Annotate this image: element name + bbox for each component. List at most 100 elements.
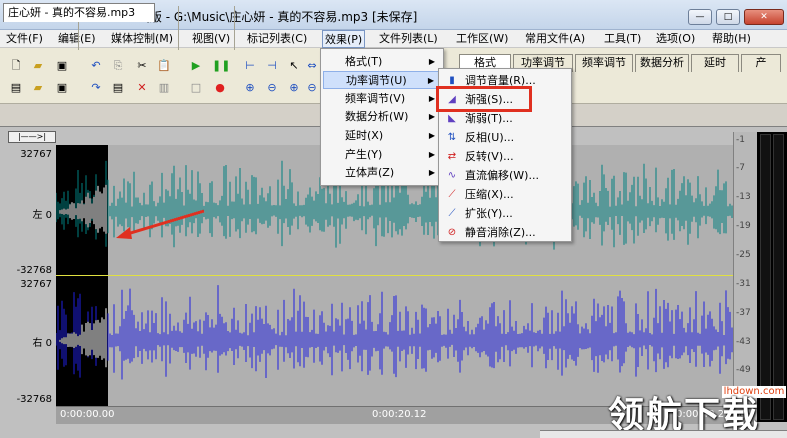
- left-channel-max: 32767: [20, 149, 52, 160]
- db-tick: -13: [736, 192, 751, 202]
- menu-item-label: 延时(X): [345, 129, 384, 142]
- minimize-button[interactable]: —: [688, 9, 712, 25]
- submenu-item-label: 压缩(X)...: [465, 188, 514, 201]
- undo-icon[interactable]: ↶: [88, 58, 104, 74]
- menu-item-label: 频率调节(V): [345, 92, 406, 105]
- navigation-ruler[interactable]: |——>|: [8, 131, 56, 143]
- menu-workspace[interactable]: 工作区(W): [454, 30, 510, 48]
- db-tick: -49: [736, 365, 751, 375]
- menu-item-label: 格式(T): [345, 55, 383, 68]
- submenu-item-label: 反相(U)...: [465, 131, 515, 144]
- left-channel-min: -32768: [16, 265, 52, 276]
- pause-icon[interactable]: ❚❚: [212, 58, 230, 74]
- document-tab[interactable]: 庄心妍 - 真的不容易.mp3: [3, 3, 155, 22]
- menu-media-control[interactable]: 媒体控制(M): [109, 30, 175, 48]
- tab-generate[interactable]: 产: [741, 54, 781, 72]
- zoom-out-icon[interactable]: ⊖: [304, 80, 320, 96]
- tab-delay[interactable]: 延时: [691, 54, 739, 72]
- menu-item-power[interactable]: 功率调节(U) ▶: [323, 71, 441, 89]
- submenu-item-dc-offset[interactable]: ∿ 直流偏移(W)...: [441, 166, 569, 185]
- menu-effects[interactable]: 效果(P): [322, 30, 366, 48]
- db-scale: [733, 132, 757, 422]
- menu-help[interactable]: 帮助(H): [710, 30, 753, 48]
- menu-item-delay[interactable]: 延时(X) ▶: [323, 127, 441, 145]
- menu-file-list[interactable]: 文件列表(L): [377, 30, 440, 48]
- submenu-item-reverse[interactable]: ⇄ 反转(V)...: [441, 147, 569, 166]
- menu-common-files[interactable]: 常用文件(A): [523, 30, 587, 48]
- right-channel-min: -32768: [16, 394, 52, 405]
- menu-item-label: 功率调节(U): [346, 74, 407, 87]
- db-tick: -7: [736, 163, 745, 173]
- maximize-button[interactable]: □: [716, 9, 740, 25]
- menu-item-stereo[interactable]: 立体声(Z) ▶: [323, 164, 441, 182]
- save-icon[interactable]: ▣: [54, 58, 70, 74]
- submenu-item-invert[interactable]: ⇅ 反相(U)...: [441, 128, 569, 147]
- paste-new-icon[interactable]: ▤: [110, 80, 126, 96]
- effects-dropdown-menu: 格式(T) ▶ 功率调节(U) ▶ 频率调节(V) ▶ 数据分析(W) ▶ 延时(X) ▶…: [320, 48, 444, 186]
- new-file-icon[interactable]: 🗋: [8, 58, 24, 74]
- open-folder-icon[interactable]: ▰: [30, 58, 46, 74]
- menu-edit[interactable]: 编辑(E): [56, 30, 98, 48]
- stop-icon[interactable]: □: [188, 80, 204, 96]
- submenu-arrow-icon: ▶: [427, 76, 434, 85]
- submenu-arrow-icon: ▶: [428, 168, 435, 177]
- paste-icon[interactable]: 📋: [156, 58, 172, 74]
- right-channel-max: 32767: [20, 279, 52, 290]
- waveform-trace: [56, 285, 733, 380]
- submenu-item-compress[interactable]: ⟋ 压缩(X)...: [441, 185, 569, 204]
- expand-icon: ⟋: [448, 208, 456, 219]
- play-icon[interactable]: ▶: [188, 58, 204, 74]
- menu-item-frequency[interactable]: 频率调节(V) ▶: [323, 90, 441, 108]
- close-button[interactable]: ✕: [744, 9, 784, 25]
- tab-frequency[interactable]: 频率调节: [575, 54, 633, 72]
- submenu-item-label: 直流偏移(W)...: [465, 169, 539, 182]
- menu-item-label: 产生(Y): [345, 148, 383, 161]
- time-label-start: 0:00:00.00: [60, 409, 115, 420]
- menu-item-generate[interactable]: 产生(Y) ▶: [323, 146, 441, 164]
- db-tick: -37: [736, 308, 751, 318]
- status-strip: [540, 430, 787, 438]
- toolbar-separator: [234, 6, 235, 50]
- select-end-icon[interactable]: ⊣: [264, 58, 280, 74]
- dc-offset-icon: ∿: [447, 170, 457, 181]
- menu-item-analysis[interactable]: 数据分析(W) ▶: [323, 108, 441, 126]
- menu-file[interactable]: 文件(F): [4, 30, 45, 48]
- right-channel-label: 右 0: [32, 338, 52, 349]
- tab-analysis[interactable]: 数据分析: [635, 54, 689, 72]
- submenu-item-expand[interactable]: ⟋ 扩张(Y)...: [441, 204, 569, 223]
- select-all-icon[interactable]: ⇔: [304, 58, 320, 74]
- menu-marker-list[interactable]: 标记列表(C): [245, 30, 309, 48]
- invert-icon: ⇅: [447, 132, 457, 143]
- save-all-icon[interactable]: ▣: [54, 80, 70, 96]
- trim-icon[interactable]: ▥: [156, 80, 172, 96]
- menu-view[interactable]: 视图(V): [190, 30, 232, 48]
- menu-tools[interactable]: 工具(T): [602, 30, 643, 48]
- db-tick: -19: [736, 221, 751, 231]
- zoom-out-horizontal-icon[interactable]: ⊖: [264, 80, 280, 96]
- submenu-arrow-icon: ▶: [428, 131, 435, 140]
- zoom-in-horizontal-icon[interactable]: ⊕: [242, 80, 258, 96]
- silence-removal-icon: ⊘: [447, 227, 457, 238]
- reverse-icon: ⇄: [447, 151, 457, 162]
- db-tick: -1: [736, 135, 745, 145]
- cut-icon[interactable]: ✂: [134, 58, 150, 74]
- folder-icon[interactable]: ▰: [30, 80, 46, 96]
- submenu-arrow-icon: ▶: [428, 112, 435, 121]
- submenu-item-silence-removal[interactable]: ⊘ 静音消除(Z)...: [441, 223, 569, 242]
- annotation-arrow: [116, 209, 205, 239]
- submenu-item-label: 静音消除(Z)...: [465, 226, 536, 239]
- left-channel-label: 左 0: [32, 210, 52, 221]
- pointer-icon[interactable]: ↖: [286, 58, 302, 74]
- menu-options[interactable]: 选项(O): [654, 30, 697, 48]
- save-as-icon[interactable]: ▤: [8, 80, 24, 96]
- record-icon[interactable]: ●: [212, 80, 228, 96]
- submenu-item-label: 反转(V)...: [465, 150, 514, 163]
- copy-icon[interactable]: ⎘: [110, 58, 126, 74]
- compress-icon: ⟋: [448, 189, 456, 200]
- select-start-icon[interactable]: ⊢: [242, 58, 258, 74]
- submenu-item-label: 扩张(Y)...: [465, 207, 513, 220]
- redo-icon[interactable]: ↷: [88, 80, 104, 96]
- menu-item-format[interactable]: 格式(T) ▶: [323, 53, 441, 71]
- delete-icon[interactable]: ✕: [134, 80, 150, 96]
- zoom-in-icon[interactable]: ⊕: [286, 80, 302, 96]
